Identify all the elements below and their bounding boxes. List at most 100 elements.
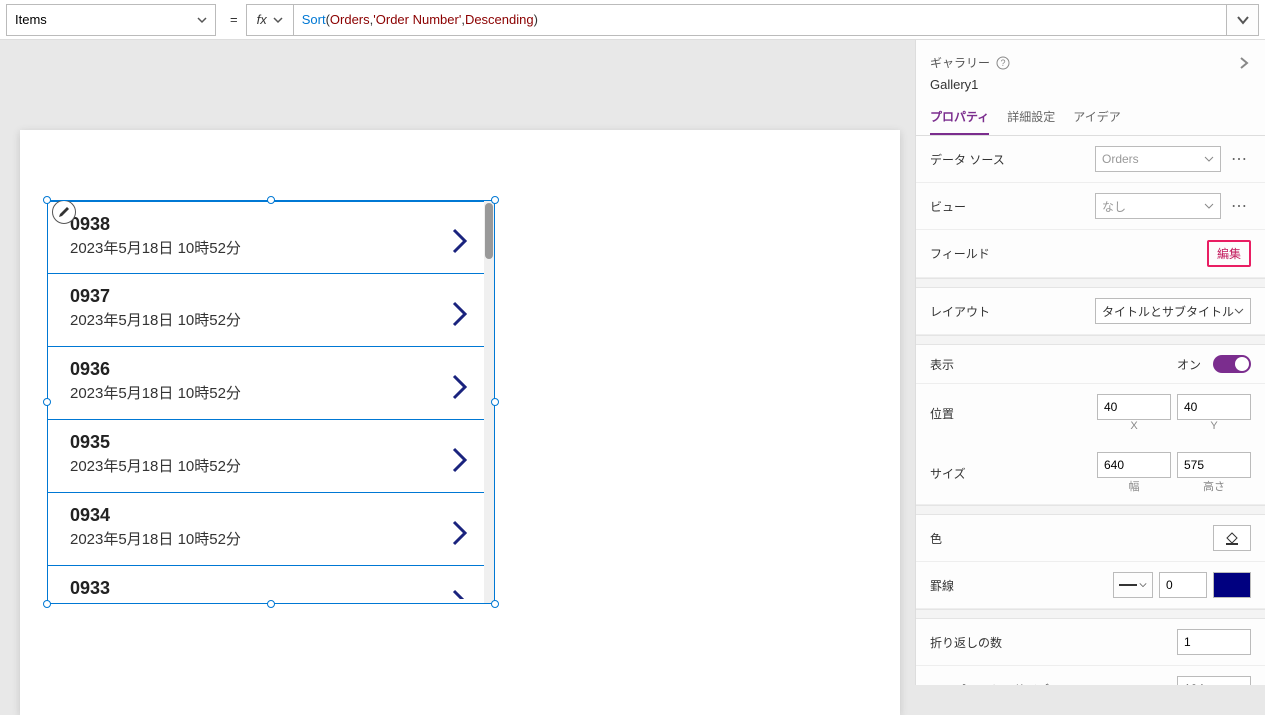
visible-label: 表示 <box>930 356 954 373</box>
formula-expand-button[interactable] <box>1227 4 1259 36</box>
resize-handle[interactable] <box>43 600 51 608</box>
chevron-right-icon[interactable] <box>450 299 470 334</box>
list-item[interactable]: 0935 2023年5月18日 10時52分 <box>48 420 494 493</box>
layout-label: レイアウト <box>930 303 990 320</box>
formula-bar: Items = fx Sort( Orders, 'Order Number',… <box>0 0 1265 40</box>
tab-advanced[interactable]: 詳細設定 <box>1007 100 1055 135</box>
fields-label: フィールド <box>930 245 990 262</box>
view-combo[interactable]: なし <box>1095 193 1221 219</box>
item-subtitle: 2023年5月18日 10時52分 <box>70 309 241 330</box>
tab-ideas[interactable]: アイデア <box>1073 100 1120 135</box>
item-subtitle: 2023年5月18日 10時52分 <box>70 528 241 549</box>
chevron-right-icon[interactable] <box>450 226 470 261</box>
formula-input[interactable]: Sort( Orders, 'Order Number', Descending… <box>294 4 1227 36</box>
border-style-combo[interactable] <box>1113 572 1153 598</box>
wrap-label: 折り返しの数 <box>930 634 1002 651</box>
list-item[interactable]: 0934 2023年5月18日 10時52分 <box>48 493 494 566</box>
gallery-list: 0938 2023年5月18日 10時52分 0937 2023年5月18日 1… <box>48 201 494 603</box>
resize-handle[interactable] <box>267 196 275 204</box>
chevron-down-icon <box>1204 201 1214 211</box>
size-height-input[interactable] <box>1177 452 1251 478</box>
color-label: 色 <box>930 530 942 547</box>
visible-toggle[interactable] <box>1213 355 1251 373</box>
template-size-label: テンプレートのサイズ <box>930 681 1049 686</box>
canvas-area[interactable]: 0938 2023年5月18日 10時52分 0937 2023年5月18日 1… <box>0 40 915 685</box>
list-item[interactable]: 0938 2023年5月18日 10時52分 <box>48 201 494 274</box>
panel-category: ギャラリー <box>930 54 990 71</box>
visible-toggle-label: オン <box>1177 356 1201 373</box>
resize-handle[interactable] <box>267 600 275 608</box>
chevron-down-icon <box>197 15 207 25</box>
pencil-icon <box>57 205 71 219</box>
more-button[interactable]: ⋯ <box>1227 149 1251 169</box>
item-subtitle: 2023年5月18日 10時52分 <box>70 237 241 258</box>
y-axis-label: Y <box>1177 420 1251 432</box>
resize-handle[interactable] <box>43 398 51 406</box>
item-subtitle: 2023年5月18日 10時52分 <box>70 382 241 403</box>
x-axis-label: X <box>1097 420 1171 432</box>
fields-edit-link[interactable]: 編集 <box>1207 240 1251 267</box>
border-label: 罫線 <box>930 577 954 594</box>
datasource-combo[interactable]: Orders <box>1095 146 1221 172</box>
item-title: 0933 <box>70 578 110 599</box>
svg-text:?: ? <box>1001 58 1006 68</box>
fx-button[interactable]: fx <box>246 4 294 36</box>
section-divider <box>916 335 1265 345</box>
layout-combo[interactable]: タイトルとサブタイトル <box>1095 298 1251 324</box>
chevron-right-icon[interactable] <box>1237 56 1251 70</box>
chevron-right-icon[interactable] <box>450 372 470 407</box>
chevron-down-icon <box>1234 306 1244 316</box>
more-button[interactable]: ⋯ <box>1227 196 1251 216</box>
size-width-input[interactable] <box>1097 452 1171 478</box>
gallery-control[interactable]: 0938 2023年5月18日 10時52分 0937 2023年5月18日 1… <box>47 200 495 604</box>
chevron-right-icon[interactable] <box>450 583 470 599</box>
properties-panel: ギャラリー ? Gallery1 プロパティ 詳細設定 アイデア データ ソース… <box>915 40 1265 685</box>
position-label: 位置 <box>930 405 954 422</box>
equals-label: = <box>222 12 246 27</box>
chevron-down-icon <box>273 15 283 25</box>
list-item[interactable]: 0933 <box>48 566 494 603</box>
tab-properties[interactable]: プロパティ <box>930 100 989 135</box>
chevron-right-icon[interactable] <box>450 518 470 553</box>
item-title: 0934 <box>70 505 241 526</box>
fx-label: fx <box>257 12 267 27</box>
position-y-input[interactable] <box>1177 394 1251 420</box>
color-picker[interactable] <box>1213 525 1251 551</box>
item-title: 0937 <box>70 286 241 307</box>
height-axis-label: 高さ <box>1177 478 1251 494</box>
section-divider <box>916 609 1265 619</box>
section-divider <box>916 278 1265 288</box>
resize-handle[interactable] <box>43 196 51 204</box>
list-item[interactable]: 0936 2023年5月18日 10時52分 <box>48 347 494 420</box>
width-axis-label: 幅 <box>1097 478 1171 494</box>
chevron-right-icon[interactable] <box>450 445 470 480</box>
item-title: 0938 <box>70 214 241 235</box>
property-selector[interactable]: Items <box>6 4 216 36</box>
help-icon[interactable]: ? <box>996 56 1010 70</box>
resize-handle[interactable] <box>491 600 499 608</box>
section-divider <box>916 505 1265 515</box>
item-title: 0936 <box>70 359 241 380</box>
item-subtitle: 2023年5月18日 10時52分 <box>70 455 241 476</box>
template-size-input[interactable] <box>1177 676 1251 685</box>
list-item[interactable]: 0937 2023年5月18日 10時52分 <box>48 274 494 347</box>
property-selector-value: Items <box>15 12 47 27</box>
size-label: サイズ <box>930 465 966 482</box>
chevron-down-icon <box>1204 154 1214 164</box>
wrap-input[interactable] <box>1177 629 1251 655</box>
border-width-input[interactable] <box>1159 572 1207 598</box>
control-name: Gallery1 <box>916 77 1265 100</box>
datasource-label: データ ソース <box>930 151 1005 168</box>
item-title: 0935 <box>70 432 241 453</box>
fill-icon <box>1224 530 1240 546</box>
view-label: ビュー <box>930 198 966 215</box>
scrollbar-thumb[interactable] <box>485 203 493 259</box>
panel-tabs: プロパティ 詳細設定 アイデア <box>916 100 1265 136</box>
border-color-picker[interactable] <box>1213 572 1251 598</box>
chevron-down-icon <box>1139 581 1147 589</box>
chevron-down-icon <box>1236 13 1250 27</box>
edit-template-button[interactable] <box>52 201 76 224</box>
position-x-input[interactable] <box>1097 394 1171 420</box>
resize-handle[interactable] <box>491 398 499 406</box>
resize-handle[interactable] <box>491 196 499 204</box>
